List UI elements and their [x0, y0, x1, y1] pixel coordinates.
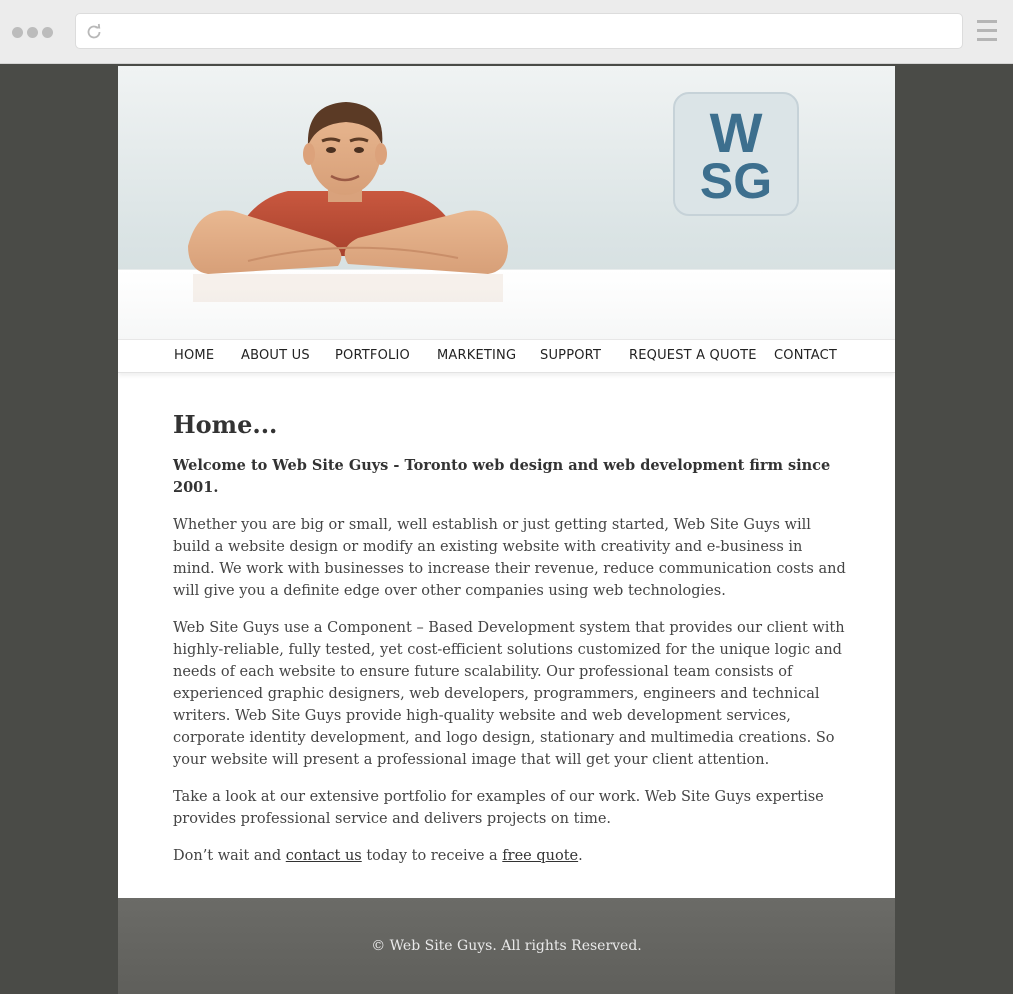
nav-contact[interactable]: CONTACT: [774, 348, 837, 363]
contact-us-link[interactable]: contact us: [286, 848, 362, 864]
window-controls[interactable]: [12, 27, 53, 38]
logo-letters-sg: SG: [700, 153, 772, 209]
paragraph-3: Take a look at our extensive portfolio f…: [173, 789, 824, 827]
paragraph-4-text: .: [578, 848, 583, 864]
reload-icon[interactable]: [84, 22, 104, 42]
intro-heading: Welcome to Web Site Guys - Toronto web d…: [173, 457, 831, 496]
nav-home[interactable]: HOME: [174, 348, 214, 363]
paragraph-4-text: today to receive a: [361, 848, 503, 864]
free-quote-link[interactable]: free quote: [502, 848, 578, 864]
nav-about-us[interactable]: ABOUT US: [241, 348, 310, 363]
main-content: Home... Welcome to Web Site Guys - Toron…: [173, 411, 848, 867]
nav-support[interactable]: SUPPORT: [540, 348, 601, 363]
window-dot[interactable]: [42, 27, 53, 38]
website-page: W SG HOME ABOUT US PORTFOLIO MARKETING S…: [118, 66, 895, 994]
nav-request-a-quote[interactable]: REQUEST A QUOTE: [629, 348, 757, 363]
page-title: Home...: [173, 410, 278, 439]
nav-portfolio[interactable]: PORTFOLIO: [335, 348, 410, 363]
footer: © Web Site Guys. All rights Reserved.: [118, 898, 895, 994]
nav-marketing[interactable]: MARKETING: [437, 348, 516, 363]
paragraph-4-text: Don’t wait and: [173, 848, 286, 864]
hero-person-image: [188, 102, 508, 302]
main-navigation: HOME ABOUT US PORTFOLIO MARKETING SUPPOR…: [118, 339, 895, 373]
paragraph-1: Whether you are big or small, well estab…: [173, 517, 846, 599]
paragraph-4: Don’t wait and contact us today to recei…: [173, 845, 848, 867]
window-dot[interactable]: [27, 27, 38, 38]
browser-toolbar: [0, 0, 1013, 64]
window-dot[interactable]: [12, 27, 23, 38]
company-logo[interactable]: W SG: [673, 92, 799, 216]
copyright-text: © Web Site Guys. All rights Reserved.: [371, 938, 642, 954]
browser-menu-icon[interactable]: [977, 20, 997, 43]
paragraph-2: Web Site Guys use a Component – Based De…: [173, 620, 845, 768]
address-bar[interactable]: [75, 13, 963, 49]
logo-mark: W SG: [700, 101, 772, 209]
header-banner: W SG: [118, 66, 895, 340]
